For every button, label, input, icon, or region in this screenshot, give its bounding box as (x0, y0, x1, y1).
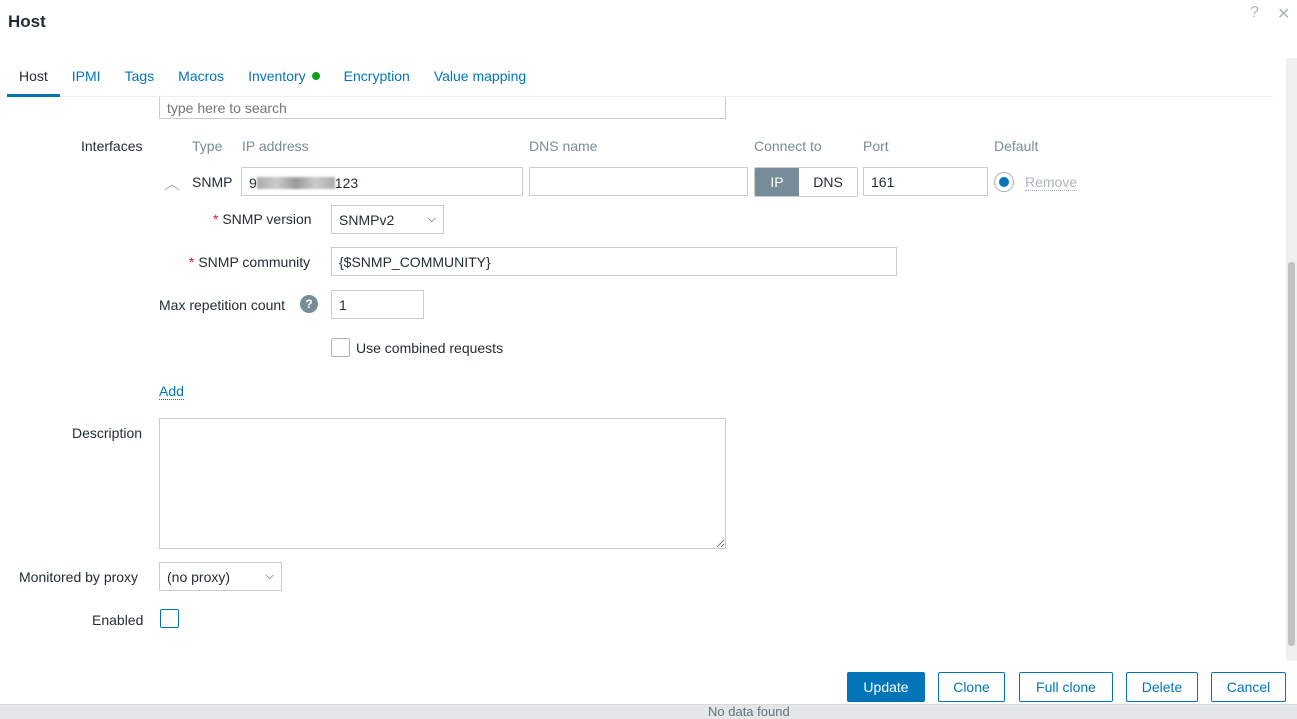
background-no-data-text: No data found (708, 704, 790, 719)
header-default: Default (994, 138, 1039, 154)
remove-link[interactable]: Remove (1025, 174, 1078, 191)
ip-address-input[interactable]: 9 123 (241, 167, 523, 196)
proxy-label: Monitored by proxy (19, 569, 139, 585)
help-question-icon[interactable]: ? (300, 295, 318, 313)
dialog-title: Host (8, 12, 46, 31)
enabled-label: Enabled (92, 612, 144, 628)
header-dns: DNS name (529, 138, 598, 154)
max-repetition-label: Max repetition count (159, 297, 286, 313)
tab-host[interactable]: Host (7, 62, 60, 97)
update-button[interactable]: Update (847, 672, 925, 702)
tab-encryption[interactable]: Encryption (332, 62, 422, 97)
background-page: No data found (0, 704, 1297, 719)
max-repetition-input[interactable] (331, 290, 424, 319)
tab-macros[interactable]: Macros (166, 62, 236, 97)
header-connect: Connect to (754, 138, 822, 154)
scrollbar-track[interactable] (1286, 58, 1297, 661)
chevron-down-icon: ⌵ (427, 213, 436, 225)
ip-prefix: 9 (249, 175, 257, 191)
snmp-version-select[interactable]: SNMPv2 ⌵ (331, 205, 444, 234)
snmp-community-label: * SNMP community (189, 254, 311, 270)
header-ip: IP address (242, 138, 309, 154)
default-radio[interactable] (994, 172, 1014, 192)
port-input[interactable] (863, 167, 988, 196)
interfaces-label: Interfaces (81, 138, 143, 154)
interface-type: SNMP (192, 174, 233, 190)
enabled-checkbox[interactable] (160, 609, 179, 628)
snmp-version-label: * SNMP version (213, 211, 312, 227)
clone-button[interactable]: Clone (938, 672, 1005, 702)
connect-to-toggle: IP DNS (754, 167, 858, 197)
help-icon[interactable]: ? (1250, 4, 1259, 22)
description-label: Description (72, 425, 143, 441)
redacted-blur (256, 177, 335, 189)
cancel-button[interactable]: Cancel (1211, 672, 1286, 702)
proxy-select[interactable]: (no proxy) ⌵ (159, 562, 282, 591)
snmp-community-input[interactable] (331, 247, 897, 276)
collapse-chevron-up-icon[interactable]: ︿ (164, 170, 180, 194)
delete-button[interactable]: Delete (1126, 672, 1198, 702)
tab-tags[interactable]: Tags (113, 62, 167, 97)
tab-inventory[interactable]: Inventory (236, 62, 332, 97)
chevron-down-icon: ⌵ (265, 570, 274, 582)
connect-ip-button[interactable]: IP (755, 168, 799, 196)
tab-value-mapping[interactable]: Value mapping (422, 62, 538, 97)
description-textarea[interactable] (159, 418, 726, 549)
combined-requests-checkbox[interactable] (331, 338, 350, 357)
combined-requests-label: Use combined requests (356, 340, 504, 356)
tab-inventory-label: Inventory (248, 68, 306, 84)
status-dot-icon (311, 72, 320, 80)
add-interface-link[interactable]: Add (159, 383, 184, 400)
template-search-input[interactable] (159, 97, 726, 119)
tab-bar: Host IPMI Tags Macros Inventory Encrypti… (7, 62, 1273, 97)
ip-suffix: 123 (334, 175, 359, 191)
header-type: Type (192, 138, 223, 154)
connect-dns-button[interactable]: DNS (799, 168, 857, 196)
scrollbar-thumb[interactable] (1288, 262, 1295, 646)
dns-name-input[interactable] (529, 167, 748, 196)
full-clone-button[interactable]: Full clone (1019, 672, 1113, 702)
header-port: Port (863, 138, 889, 154)
close-icon[interactable]: ✕ (1277, 4, 1290, 24)
tab-ipmi[interactable]: IPMI (60, 62, 113, 97)
